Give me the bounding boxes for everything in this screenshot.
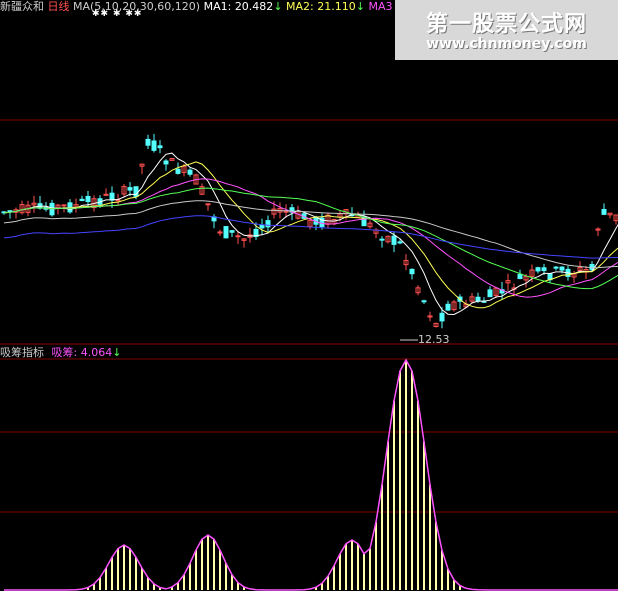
ma2-value: 21.110: [317, 0, 356, 13]
stock-chart[interactable]: [0, 0, 618, 591]
candle-body: [151, 140, 157, 151]
candle-body: [397, 241, 403, 244]
candle-body: [205, 203, 211, 206]
indicator-line-label: 吸筹:: [51, 346, 78, 359]
ma-line: [3, 215, 618, 259]
ma2-down-arrow-icon: ↓: [355, 0, 365, 13]
candle-body: [553, 266, 559, 269]
candle-body: [187, 169, 193, 175]
candle-body: [235, 235, 241, 238]
candle-body: [127, 187, 133, 191]
candle-body: [541, 267, 547, 272]
signal-marks: ✱✱ ✱ ✱✱: [92, 9, 143, 19]
indicator-down-arrow-icon: ↓: [112, 346, 122, 359]
watermark-title: 第一股票公式网: [425, 12, 587, 37]
candle-body: [475, 296, 481, 302]
candle-body: [85, 195, 91, 203]
candle-body: [601, 208, 607, 215]
watermark-url: www.chnmoney.com: [426, 36, 587, 52]
ma2-label: MA2:: [286, 0, 314, 13]
period-label[interactable]: 日线: [48, 0, 70, 13]
candle-body: [79, 198, 85, 202]
candle-body: [535, 267, 541, 272]
candle-body: [103, 193, 109, 196]
indicator-line: [4, 358, 618, 591]
candle-body: [559, 266, 565, 271]
main-panel-header: 新疆众和 日线 MA(5,10,20,30,60,120) MA1: 20.48…: [0, 0, 393, 13]
low-price-label: 12.53: [418, 333, 450, 346]
candle-body: [223, 226, 229, 239]
stock-name: 新疆众和: [0, 0, 44, 13]
candle-body: [259, 224, 265, 229]
ma1-down-arrow-icon: ↓: [273, 0, 283, 13]
indicator-name[interactable]: 吸筹指标: [0, 346, 44, 359]
candle-body: [517, 274, 523, 280]
ma1-label: MA1:: [203, 0, 232, 13]
candle-body: [145, 138, 151, 146]
indicator-panel-header: 吸筹指标 吸筹: 4.064↓: [0, 346, 121, 359]
candle-body: [163, 160, 169, 165]
candle-body: [439, 312, 445, 322]
ma3-label: MA3: [368, 0, 393, 13]
watermark: 第一股票公式网 www.chnmoney.com: [395, 0, 618, 60]
candle-body: [391, 235, 397, 245]
candle-body: [61, 204, 67, 207]
candle-body: [157, 145, 163, 149]
candle-body: [445, 303, 451, 311]
candle-body: [265, 220, 271, 228]
candle-body: [229, 230, 235, 233]
candle-body: [487, 289, 493, 298]
ma-line: [3, 200, 618, 269]
candle-body: [409, 268, 415, 275]
indicator-line-value: 4.064: [80, 346, 113, 359]
candle-body: [379, 238, 385, 241]
candle-body: [109, 192, 115, 201]
candle-body: [175, 168, 181, 174]
candle-body: [421, 300, 427, 303]
ma1-value: 20.482: [234, 0, 274, 13]
